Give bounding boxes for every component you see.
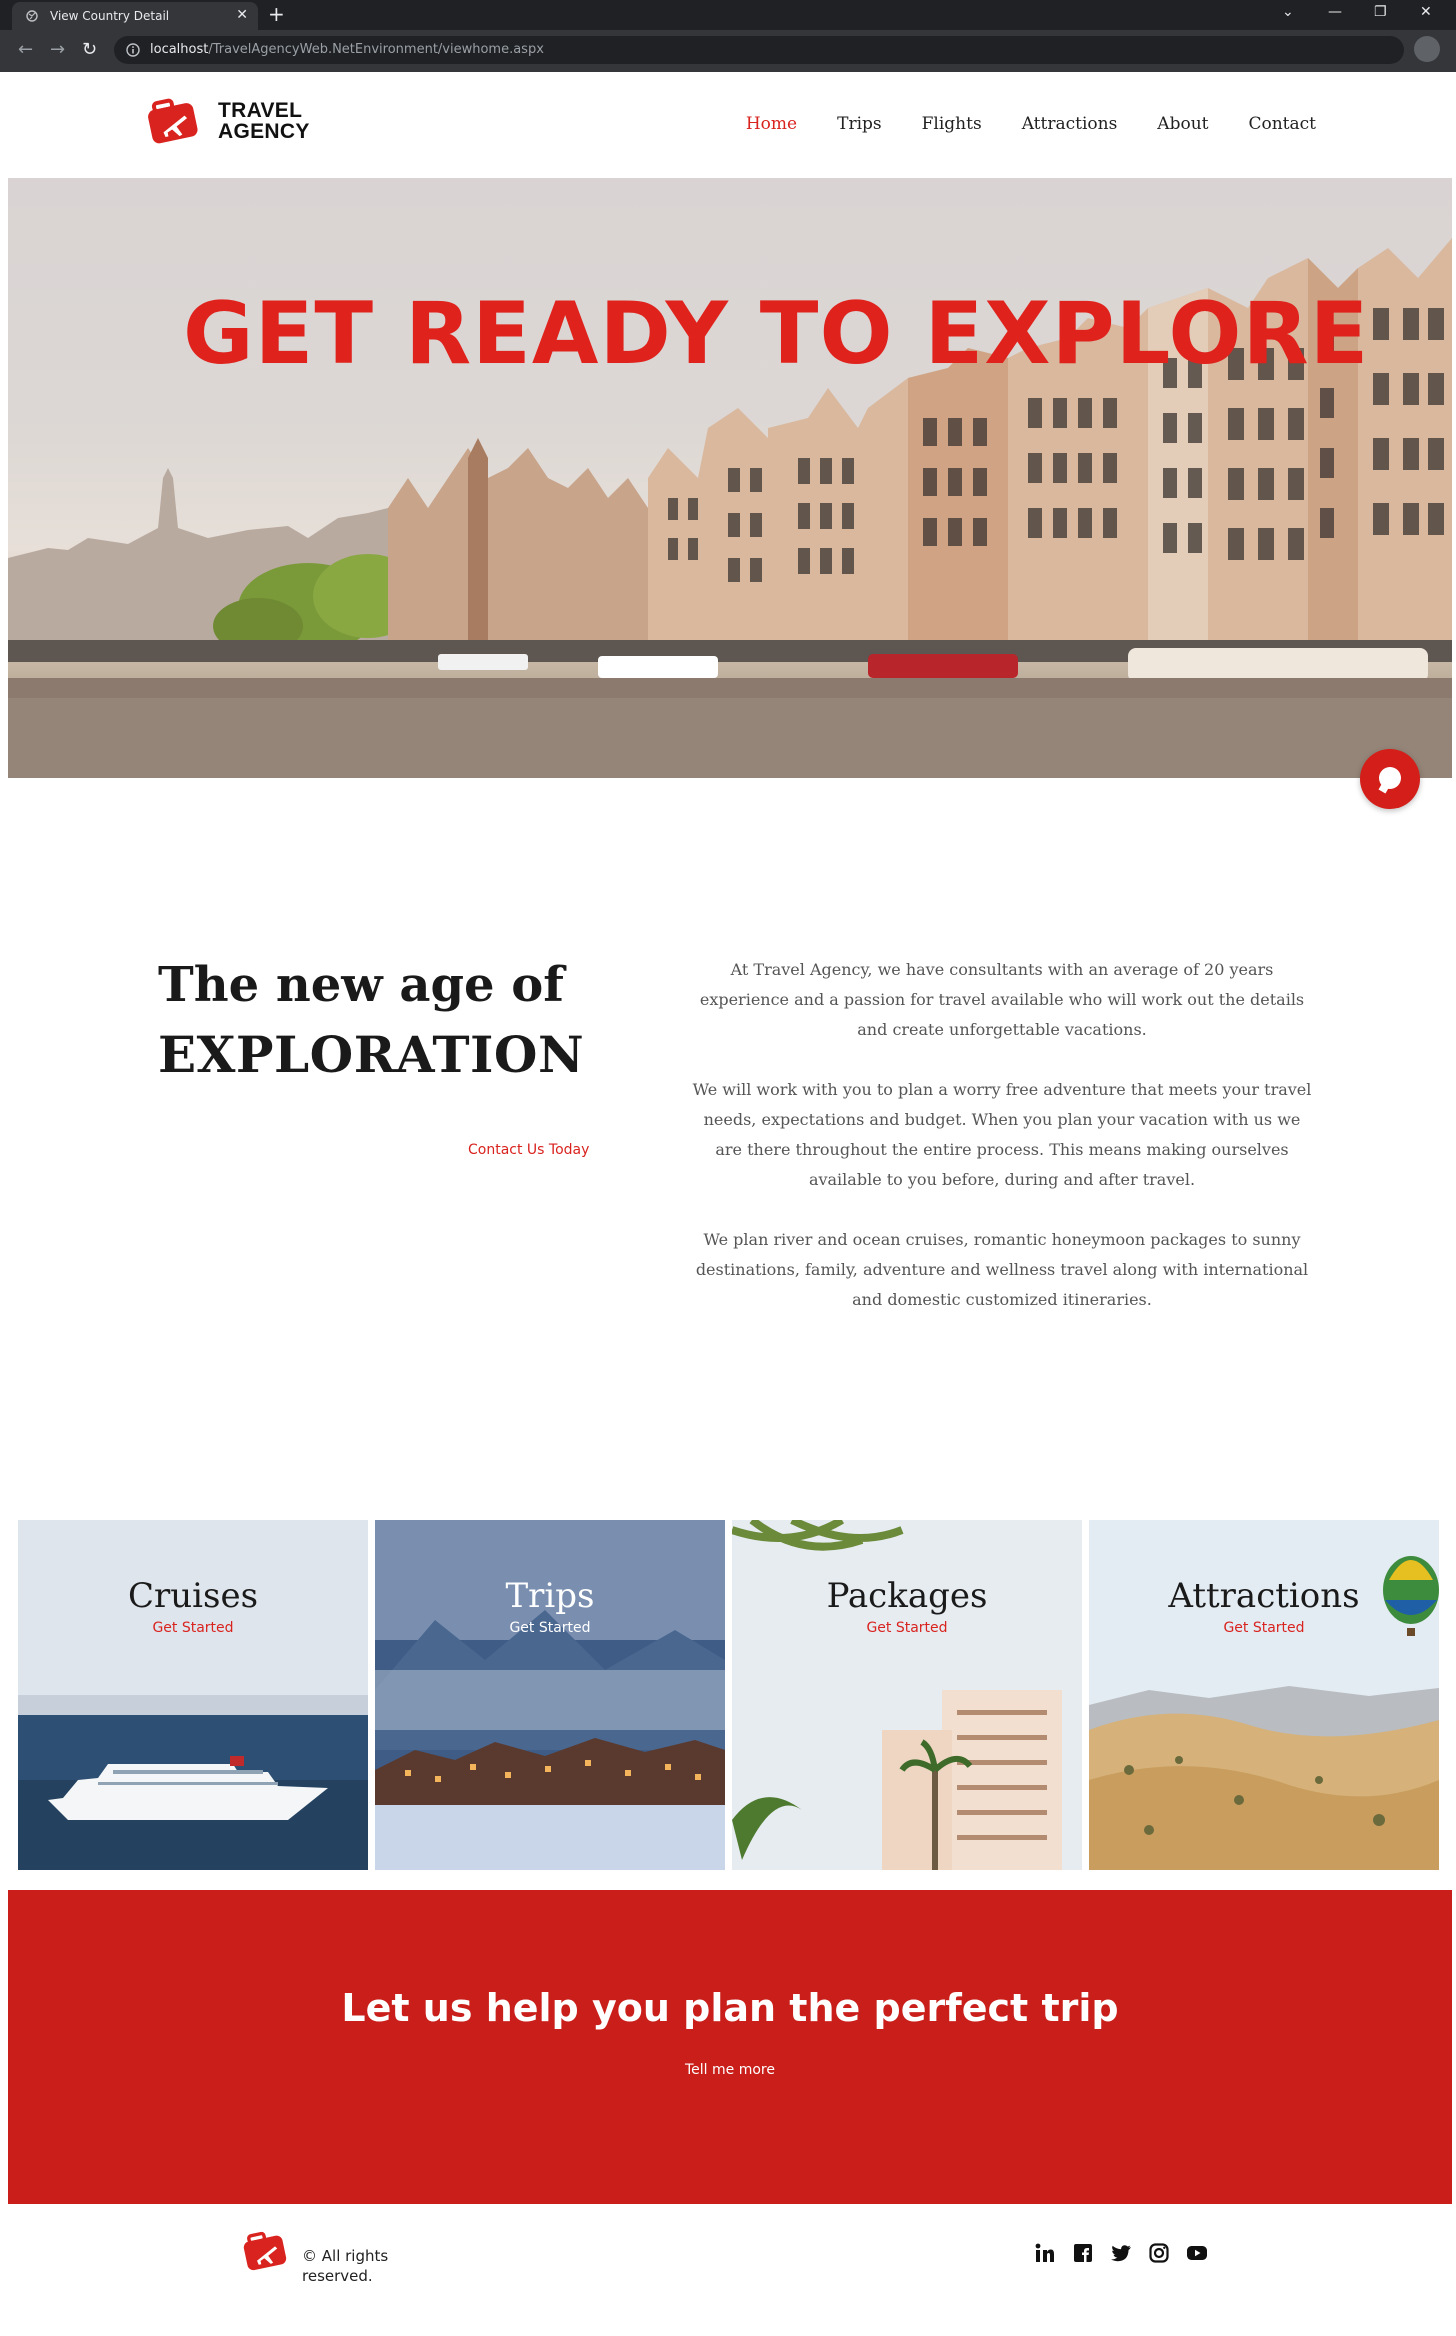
browser-toolbar: ← → ↻ localhost/TravelAgencyWeb.NetEnvir… xyxy=(0,30,1456,72)
footer-logo-icon[interactable] xyxy=(242,2228,290,2274)
copyright-text: © All rights reserved. xyxy=(302,2247,389,2285)
tile-title: Packages xyxy=(826,1576,988,1616)
youtube-icon[interactable] xyxy=(1186,2242,1208,2264)
canal-houses-photo xyxy=(8,238,1452,778)
reload-icon[interactable]: ↻ xyxy=(82,40,97,60)
nav-flights[interactable]: Flights xyxy=(922,114,982,134)
tile-packages[interactable]: Packages Get Started xyxy=(732,1520,1082,1870)
contact-us-link[interactable]: Contact Us Today xyxy=(468,1142,589,1158)
tell-me-more-link[interactable]: Tell me more xyxy=(8,2062,1452,2078)
cta-banner: Let us help you plan the perfect trip Te… xyxy=(8,1890,1452,2204)
minimize-button[interactable]: — xyxy=(1328,4,1342,20)
tab-search-icon[interactable]: ⌄ xyxy=(1282,4,1294,20)
tab-close-icon[interactable]: ✕ xyxy=(236,8,248,22)
hero-banner: GET READY TO EXPLORE xyxy=(8,178,1452,778)
tab-title: View Country Detail xyxy=(50,9,170,23)
browser-chrome: View Country Detail ✕ + ⌄ — ❐ ✕ ← → ↻ lo… xyxy=(0,0,1456,72)
category-tiles: Cruises Get Started Trips Get Started Pa… xyxy=(18,1520,1439,1870)
tile-attractions[interactable]: Attractions Get Started xyxy=(1089,1520,1439,1870)
suitcase-plane-icon xyxy=(148,98,198,144)
snowy-village-photo xyxy=(375,1520,725,1870)
nav-about[interactable]: About xyxy=(1157,114,1208,134)
hot-air-balloon-photo xyxy=(1089,1520,1439,1870)
back-arrow-icon[interactable]: ← xyxy=(18,40,33,60)
facebook-icon[interactable] xyxy=(1072,2242,1094,2264)
site-logo[interactable]: TRAVEL AGENCY xyxy=(146,96,316,152)
social-links xyxy=(1034,2242,1224,2264)
nav-home[interactable]: Home xyxy=(746,114,797,134)
tile-cruises[interactable]: Cruises Get Started xyxy=(18,1520,368,1870)
get-started-link[interactable]: Get Started xyxy=(1089,1620,1439,1636)
chat-button[interactable] xyxy=(1360,749,1420,809)
intro-paragraph: At Travel Agency, we have consultants wi… xyxy=(699,960,1305,1039)
tile-title: Cruises xyxy=(127,1576,259,1616)
site-header: TRAVEL AGENCY Home Trips Flights Attract… xyxy=(0,72,1456,178)
url-text: localhost/TravelAgencyWeb.NetEnvironment… xyxy=(150,42,544,57)
logo-text: TRAVEL AGENCY xyxy=(218,99,310,143)
linkedin-icon[interactable] xyxy=(1034,2242,1056,2264)
new-tab-button[interactable]: + xyxy=(268,4,285,24)
nav-contact[interactable]: Contact xyxy=(1248,114,1316,134)
profile-avatar[interactable] xyxy=(1414,36,1440,62)
site-info-icon[interactable] xyxy=(126,43,140,57)
address-bar[interactable]: localhost/TravelAgencyWeb.NetEnvironment… xyxy=(114,36,1404,64)
cruise-ship-photo xyxy=(18,1520,368,1870)
chat-bubble-icon xyxy=(1379,767,1401,789)
main-nav: Home Trips Flights Attractions About Con… xyxy=(706,114,1316,134)
intro-heading: The new age of EXPLORATION xyxy=(158,957,585,1084)
nav-attractions[interactable]: Attractions xyxy=(1022,114,1118,134)
instagram-icon[interactable] xyxy=(1148,2242,1170,2264)
intro-paragraph: We will work with you to plan a worry fr… xyxy=(692,1080,1312,1189)
forward-arrow-icon[interactable]: → xyxy=(50,40,65,60)
site-footer: © All rights reserved. xyxy=(0,2204,1456,2336)
intro-text: At Travel Agency, we have consultants wi… xyxy=(692,955,1312,1345)
restore-button[interactable]: ❐ xyxy=(1374,4,1387,20)
twitter-icon[interactable] xyxy=(1110,2242,1132,2264)
tile-trips[interactable]: Trips Get Started xyxy=(375,1520,725,1870)
window-close-button[interactable]: ✕ xyxy=(1420,4,1432,20)
tile-title: Trips xyxy=(505,1576,595,1616)
intro-paragraph: We plan river and ocean cruises, romanti… xyxy=(695,1230,1309,1309)
get-started-link[interactable]: Get Started xyxy=(18,1620,368,1636)
cta-title: Let us help you plan the perfect trip xyxy=(341,1986,1119,2030)
resort-palms-photo xyxy=(732,1520,1082,1870)
nav-trips[interactable]: Trips xyxy=(837,114,882,134)
get-started-link[interactable]: Get Started xyxy=(732,1620,1082,1636)
hero-title: GET READY TO EXPLORE xyxy=(183,284,1370,384)
globe-icon xyxy=(26,10,38,22)
get-started-link[interactable]: Get Started xyxy=(375,1620,725,1636)
tile-title: Attractions xyxy=(1168,1576,1360,1616)
tab-strip: View Country Detail ✕ + ⌄ — ❐ ✕ xyxy=(0,0,1456,30)
browser-tab[interactable]: View Country Detail ✕ xyxy=(12,2,258,30)
